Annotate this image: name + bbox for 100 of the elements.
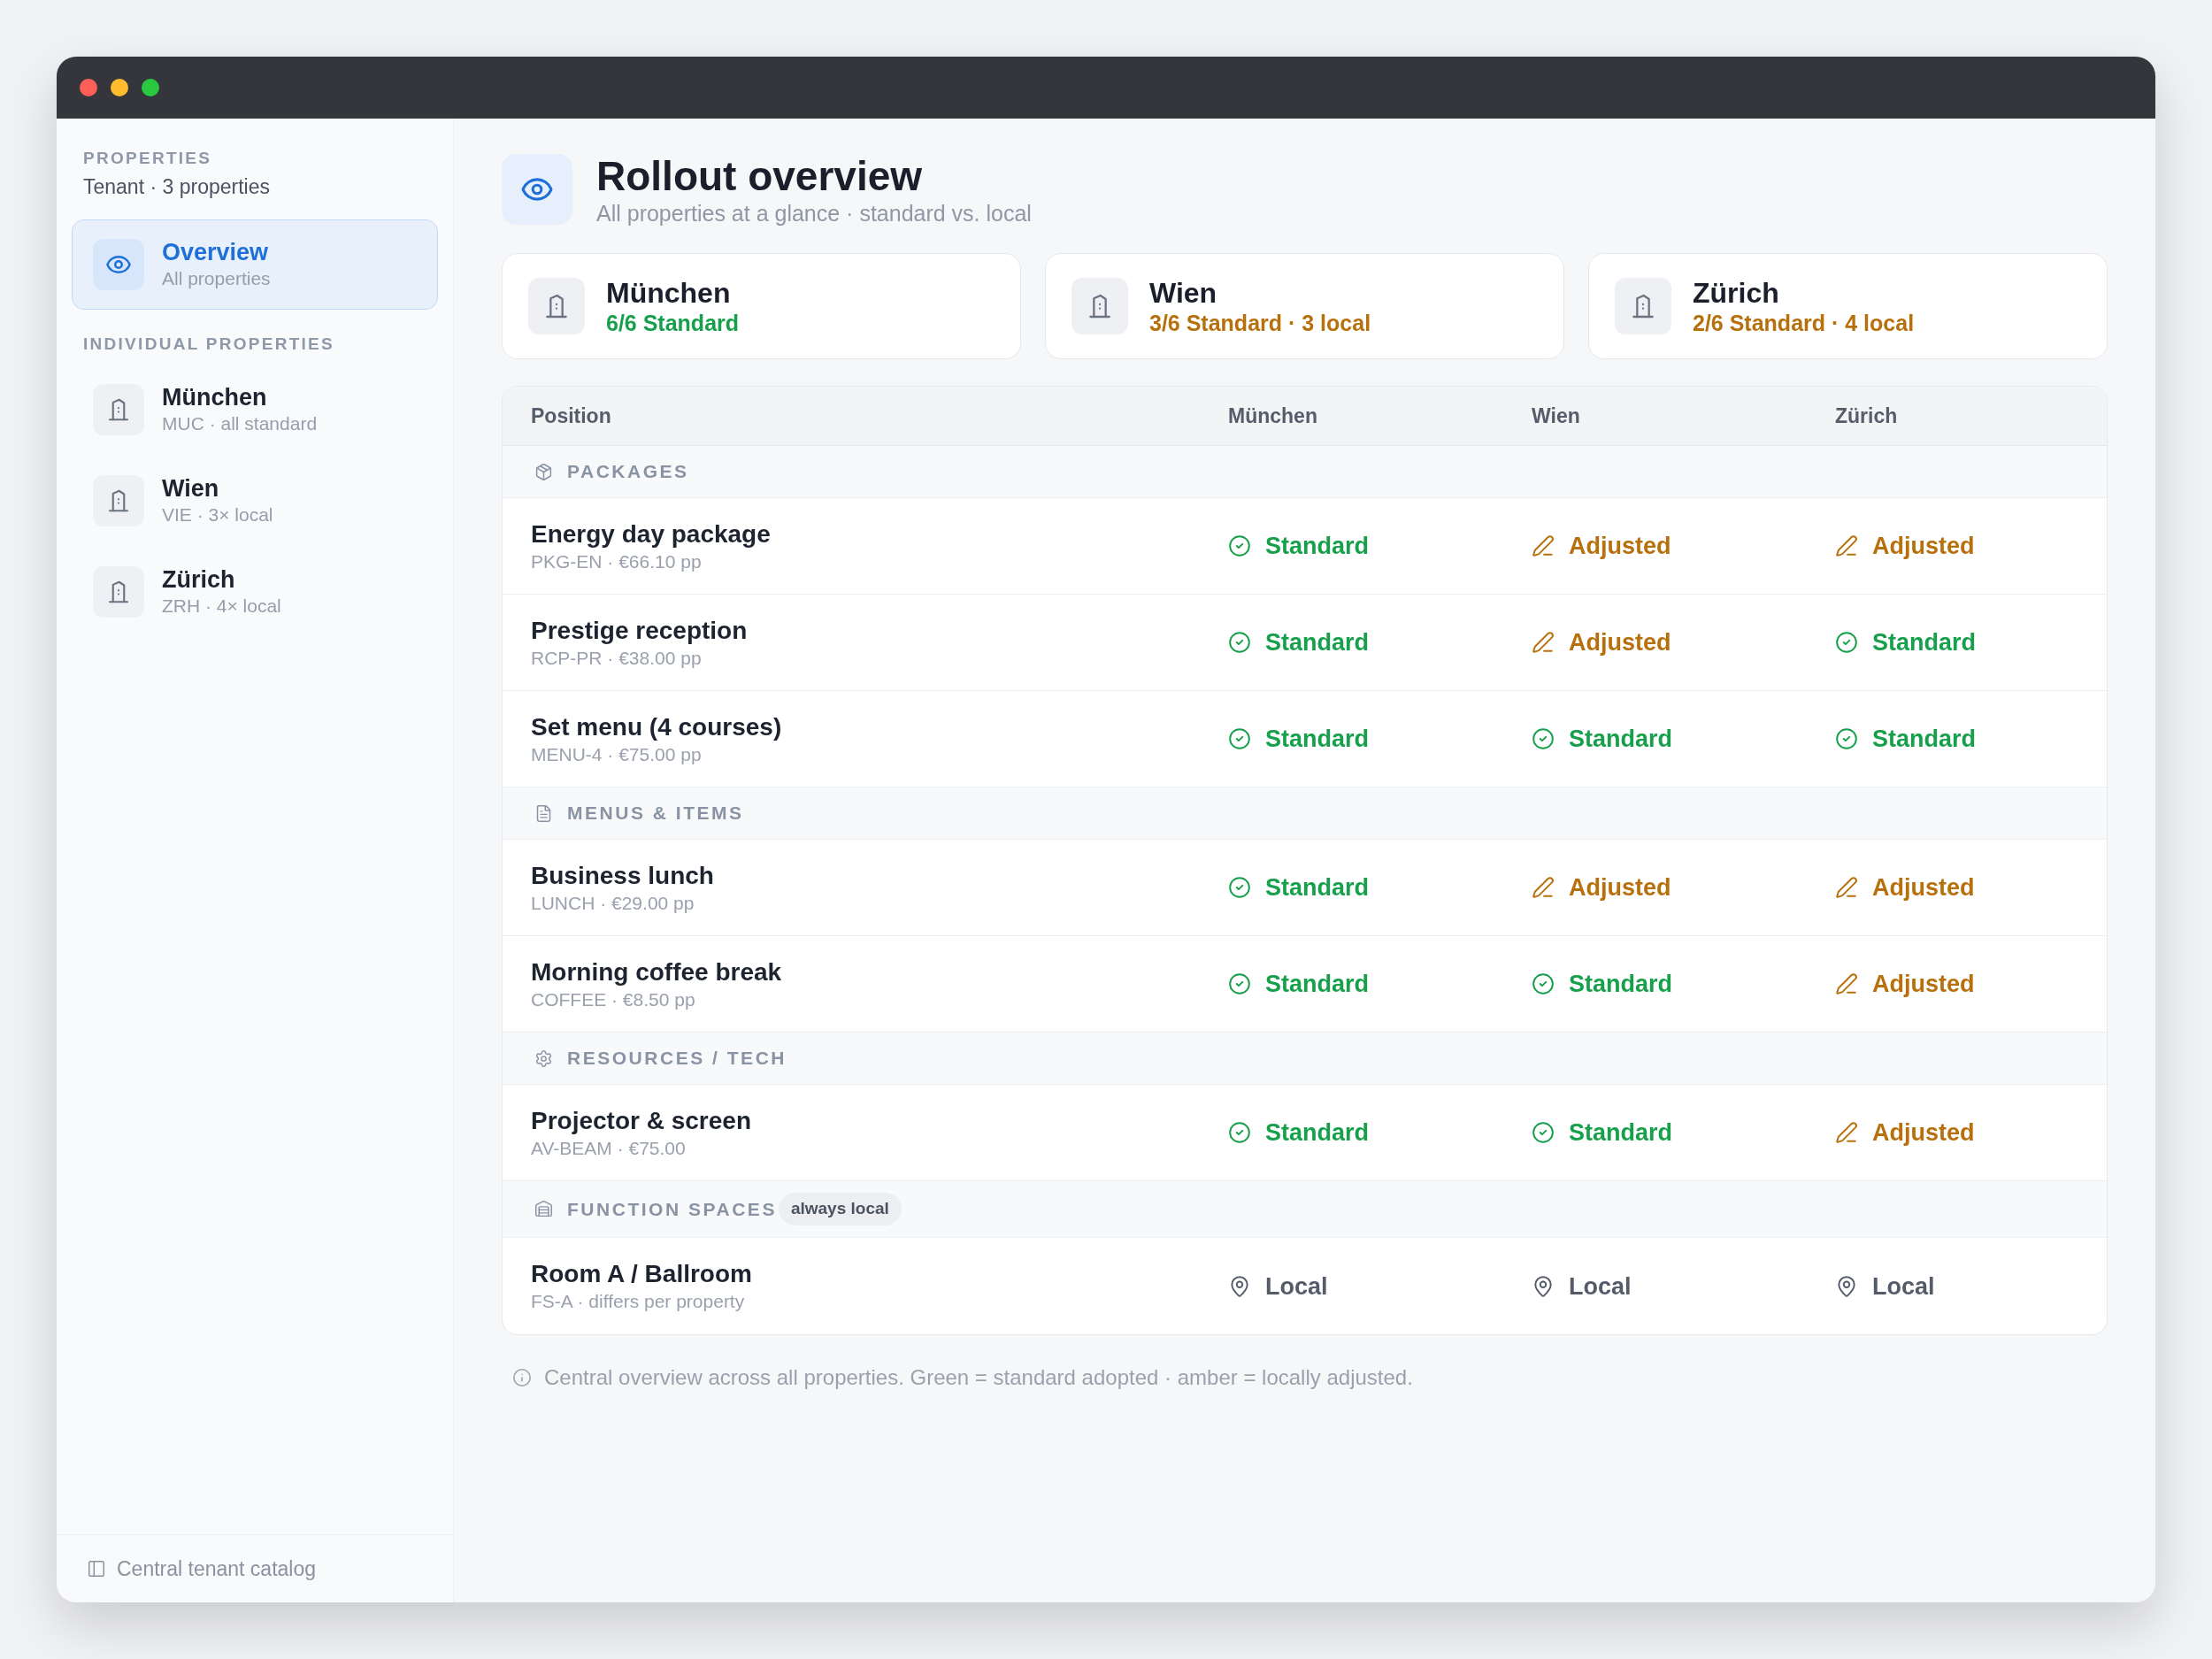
- status-label: Adjusted: [1569, 532, 1671, 560]
- status-label: Adjusted: [1872, 1118, 1975, 1147]
- section-label: INDIVIDUAL PROPERTIES: [83, 334, 334, 355]
- status-label: Local: [1265, 1271, 1328, 1301]
- building-icon: [93, 384, 144, 435]
- status-label: Standard: [1265, 725, 1370, 753]
- pencil-icon: [1835, 1121, 1858, 1144]
- section-label: MENUS & ITEMS: [567, 802, 744, 826]
- section-label: RESOURCES / TECH: [567, 1047, 787, 1071]
- status-label: Local: [1872, 1271, 1935, 1301]
- section-label: PACKAGES: [567, 460, 689, 484]
- column-header: Zürich: [1835, 403, 1898, 429]
- check-circle-icon: [1532, 972, 1555, 995]
- column-header: Wien: [1532, 403, 1580, 429]
- tag: always local: [778, 1193, 902, 1225]
- box-icon: [534, 462, 553, 481]
- map-pin-icon: [1228, 1274, 1251, 1298]
- nav-item-title: Overview: [162, 238, 269, 266]
- nav-item-title: Zürich: [162, 565, 235, 594]
- item-name: Business lunch: [531, 860, 714, 891]
- check-circle-icon: [1228, 1121, 1251, 1144]
- check-circle-icon: [1228, 631, 1251, 654]
- check-circle-icon: [1835, 631, 1858, 654]
- check-circle-icon: [1228, 972, 1251, 995]
- item-name: Room A / Ballroom: [531, 1259, 752, 1289]
- status-label: Adjusted: [1569, 873, 1671, 902]
- minimize-window-icon[interactable]: [111, 79, 128, 96]
- maximize-window-icon[interactable]: [142, 79, 159, 96]
- status-label: Adjusted: [1569, 628, 1671, 657]
- building-icon: [93, 475, 144, 526]
- warehouse-icon: [534, 1200, 553, 1218]
- status-label: Standard: [1265, 970, 1370, 998]
- card-summary: 2/6 Standard · 4 local: [1693, 310, 1915, 336]
- card-title: Wien: [1149, 276, 1217, 310]
- card-title: München: [606, 276, 731, 310]
- nav-item-subtitle: ZRH · 4× local: [162, 595, 281, 618]
- check-circle-icon: [1228, 727, 1251, 750]
- building-icon: [528, 278, 585, 334]
- nav-item[interactable]: München MUC · all standard: [72, 370, 438, 449]
- status-label: Adjusted: [1872, 532, 1975, 560]
- footnote: Central overview across all properties. Green = standard adopted · amber = locally adjusted.: [544, 1364, 1413, 1391]
- nav-item[interactable]: Zürich ZRH · 4× local: [72, 552, 438, 632]
- check-circle-icon: [1532, 1121, 1555, 1144]
- page-title: Rollout overview: [596, 152, 923, 200]
- column-header: Position: [531, 403, 611, 429]
- pencil-icon: [1532, 631, 1555, 654]
- item-name: Energy day package: [531, 518, 771, 549]
- status-label: Standard: [1265, 873, 1370, 902]
- status-label: Adjusted: [1872, 873, 1975, 902]
- tenant-subtitle: Tenant · 3 properties: [83, 174, 270, 200]
- item-name: Prestige reception: [531, 615, 748, 646]
- nav-item[interactable]: Wien VIE · 3× local: [72, 461, 438, 541]
- sidebar-heading: PROPERTIES: [83, 148, 212, 169]
- status-label: Standard: [1569, 970, 1673, 998]
- status-label: Standard: [1265, 628, 1370, 657]
- pencil-icon: [1835, 972, 1858, 995]
- pencil-icon: [1532, 876, 1555, 899]
- nav-item-title: München: [162, 383, 267, 411]
- map-pin-icon: [1835, 1274, 1858, 1298]
- check-circle-icon: [1228, 876, 1251, 899]
- item-detail: MENU-4 · €75.00 pp: [531, 742, 702, 766]
- settings-icon: [534, 1048, 553, 1068]
- status-label: Standard: [1569, 1118, 1673, 1147]
- item-name: Set menu (4 courses): [531, 711, 782, 742]
- item-name: Morning coffee break: [531, 956, 782, 987]
- status-label: Standard: [1872, 628, 1977, 657]
- building-icon: [1615, 278, 1671, 334]
- section-label: FUNCTION SPACES: [567, 1197, 777, 1221]
- column-header: München: [1228, 403, 1317, 429]
- document-icon: [534, 803, 553, 823]
- item-detail: FS-A · differs per property: [531, 1290, 745, 1313]
- status-label: Adjusted: [1872, 970, 1975, 998]
- card-summary: 6/6 Standard: [606, 310, 740, 336]
- map-pin-icon: [1532, 1274, 1555, 1298]
- item-detail: COFFEE · €8.50 pp: [531, 987, 695, 1011]
- status-label: Standard: [1265, 1118, 1370, 1147]
- eye-icon: [93, 239, 144, 290]
- status-label: Standard: [1265, 532, 1370, 560]
- pencil-icon: [1835, 534, 1858, 557]
- check-circle-icon: [1228, 534, 1251, 557]
- nav-item[interactable]: Overview All properties: [72, 219, 438, 310]
- sidebar-panel-icon: [87, 1559, 106, 1578]
- item-detail: PKG-EN · €66.10 pp: [531, 549, 702, 573]
- building-icon: [1071, 278, 1128, 334]
- info-icon: [512, 1368, 532, 1387]
- status-label: Standard: [1872, 725, 1977, 753]
- item-detail: LUNCH · €29.00 pp: [531, 891, 695, 915]
- building-icon: [93, 566, 144, 618]
- check-circle-icon: [1835, 727, 1858, 750]
- check-circle-icon: [1532, 727, 1555, 750]
- nav-item-subtitle: VIE · 3× local: [162, 503, 273, 526]
- pencil-icon: [1835, 876, 1858, 899]
- status-label: Local: [1569, 1271, 1632, 1301]
- pencil-icon: [1532, 534, 1555, 557]
- item-detail: AV-BEAM · €75.00: [531, 1136, 686, 1160]
- close-window-icon[interactable]: [80, 79, 97, 96]
- nav-item-subtitle: All properties: [162, 267, 271, 290]
- card-title: Zürich: [1693, 276, 1779, 310]
- status-label: Standard: [1569, 725, 1673, 753]
- item-detail: RCP-PR · €38.00 pp: [531, 646, 702, 670]
